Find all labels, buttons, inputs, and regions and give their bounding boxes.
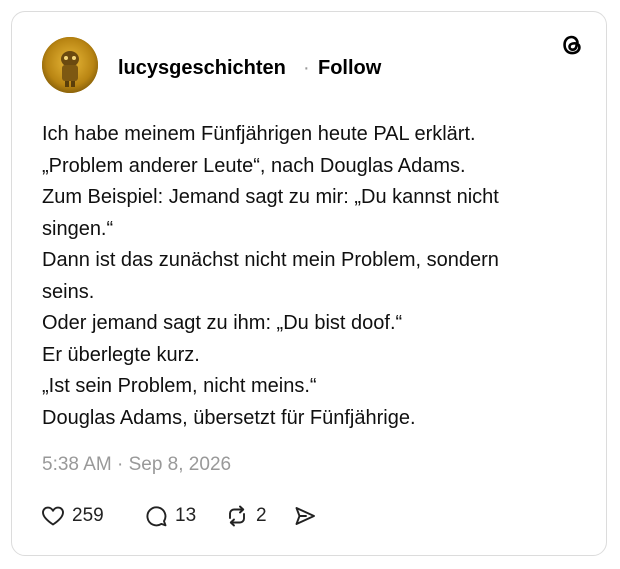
post-text-line: Zum Beispiel: Jemand sagt zu mir: „Du ka… [42,186,499,208]
repost-icon [229,505,245,527]
reply-button[interactable]: 13 [143,501,196,531]
post-text-line: Ich habe meinem Fünfjährigen heute PAL e… [42,123,476,145]
heart-icon [42,506,64,526]
avatar-image [42,37,98,93]
threads-logo-icon[interactable] [558,31,586,59]
like-count: 259 [72,505,104,526]
follow-button[interactable]: Follow [318,56,381,80]
like-button[interactable]: 259 [40,501,104,531]
share-icon [295,507,315,525]
avatar[interactable] [42,37,98,93]
post-card: lucysgeschichten · Follow Ich habe meine… [11,11,607,556]
header-separator: · [303,57,310,79]
post-text-line: singen.“ [42,217,114,240]
post-text-line: Douglas Adams, übersetzt für Fünfjährige… [42,406,416,429]
post-text-line: „Problem anderer Leute“, nach Douglas Ad… [42,154,466,177]
share-button[interactable] [292,501,318,531]
post-text-line: Dann ist das zunächst nicht mein Problem… [42,249,499,271]
post-text-line: „Ist sein Problem, nicht meins.“ [42,375,317,397]
repost-count: 2 [256,505,267,526]
post-text-line: Oder jemand sagt zu ihm: „Du bist doof.“ [42,312,403,334]
reply-count: 13 [175,505,197,526]
comment-icon [146,506,167,527]
post-text-line: Er überlegte kurz. [42,343,200,366]
post-text-line: seins. [42,280,95,303]
author-username[interactable]: lucysgeschichten [118,56,286,80]
post-text: Ich habe meinem Fünfjährigen heute PAL e… [42,119,582,434]
post-timestamp[interactable]: 5:38 AM · Sep 8, 2026 [42,453,231,477]
repost-button[interactable]: 2 [224,501,267,531]
